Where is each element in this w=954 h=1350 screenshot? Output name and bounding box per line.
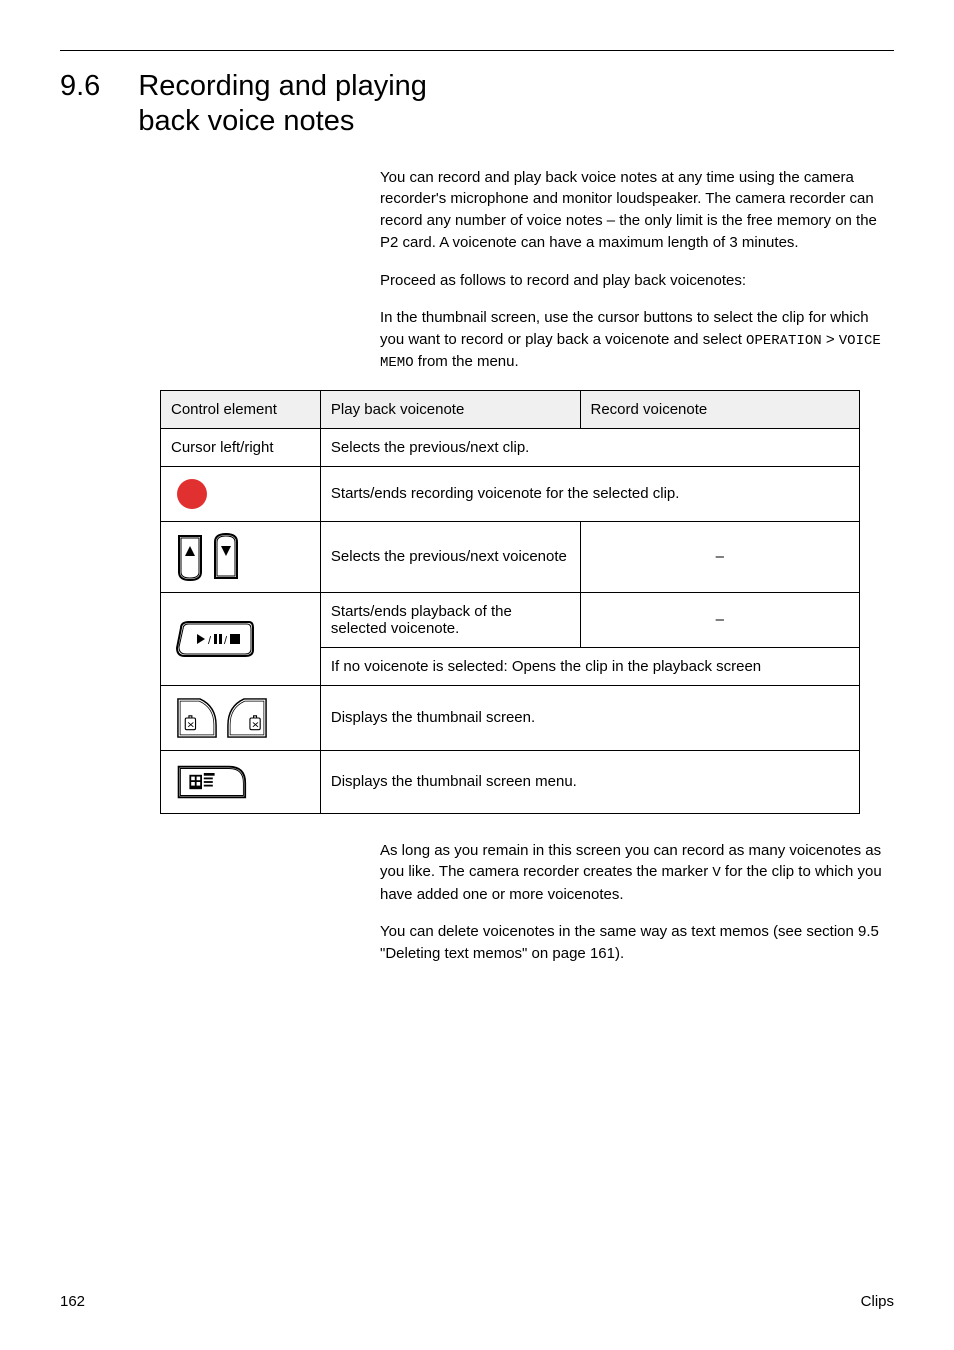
cell-rec-desc: Starts/ends recording voicenote for the …	[320, 466, 859, 521]
intro-paragraph-1: You can record and play back voice notes…	[380, 167, 894, 254]
section-title-block: Recording and playing back voice notes	[138, 69, 427, 163]
play-pause-stop-key-icon: / /	[175, 618, 255, 660]
section-header: 9.6 Recording and playing back voice not…	[60, 69, 894, 163]
th-control: Control element	[161, 390, 321, 428]
thumbnail-key-right-icon	[225, 696, 269, 740]
menu-key-icon	[175, 761, 247, 803]
cell-cursor-ud-rec: –	[580, 521, 860, 592]
controls-table: Control element Play back voicenote Reco…	[160, 390, 860, 814]
cell-cursor-ud-icon	[161, 521, 321, 592]
after-paragraph-2: You can delete voicenotes in the same wa…	[380, 921, 894, 965]
cell-menu-desc: Displays the thumbnail screen menu.	[320, 750, 859, 813]
cell-playpause-icon: / /	[161, 592, 321, 685]
up-arrow-key-icon	[175, 532, 205, 582]
cell-rec-icon	[161, 466, 321, 521]
th-play: Play back voicenote	[320, 390, 580, 428]
section-title-line1: Recording and playing	[138, 69, 427, 104]
intro-paragraph-3: In the thumbnail screen, use the cursor …	[380, 307, 894, 373]
section-number: 9.6	[60, 69, 100, 104]
cell-cursor-lr-label: Cursor left/right	[161, 428, 321, 466]
footer-section: Clips	[861, 1293, 894, 1310]
after-paragraph-1: As long as you remain in this screen you…	[380, 840, 894, 906]
cell-menu-icon	[161, 750, 321, 813]
section-title-line2: back voice notes	[138, 104, 427, 139]
down-arrow-key-icon	[211, 532, 241, 582]
page-footer: 162 Clips	[60, 1293, 894, 1310]
cell-playpause-rec: –	[580, 592, 860, 647]
header-rule	[60, 50, 894, 51]
cell-cursor-lr-desc: Selects the previous/next clip.	[320, 428, 859, 466]
page: 9.6 Recording and playing back voice not…	[0, 0, 954, 1350]
cell-playpause-play: Starts/ends playback of the selected voi…	[320, 592, 580, 647]
intro-paragraph-2: Proceed as follows to record and play ba…	[380, 270, 894, 292]
cell-playpause-novoice: If no voicenote is selected: Opens the c…	[320, 647, 859, 685]
page-number: 162	[60, 1293, 85, 1310]
cell-thumb-desc: Displays the thumbnail screen.	[320, 685, 859, 750]
thumbnail-key-left-icon	[175, 696, 219, 740]
record-icon	[175, 477, 209, 511]
cell-thumb-icon	[161, 685, 321, 750]
cell-cursor-ud-play: Selects the previous/next voicenote	[320, 521, 580, 592]
th-rec: Record voicenote	[580, 390, 860, 428]
